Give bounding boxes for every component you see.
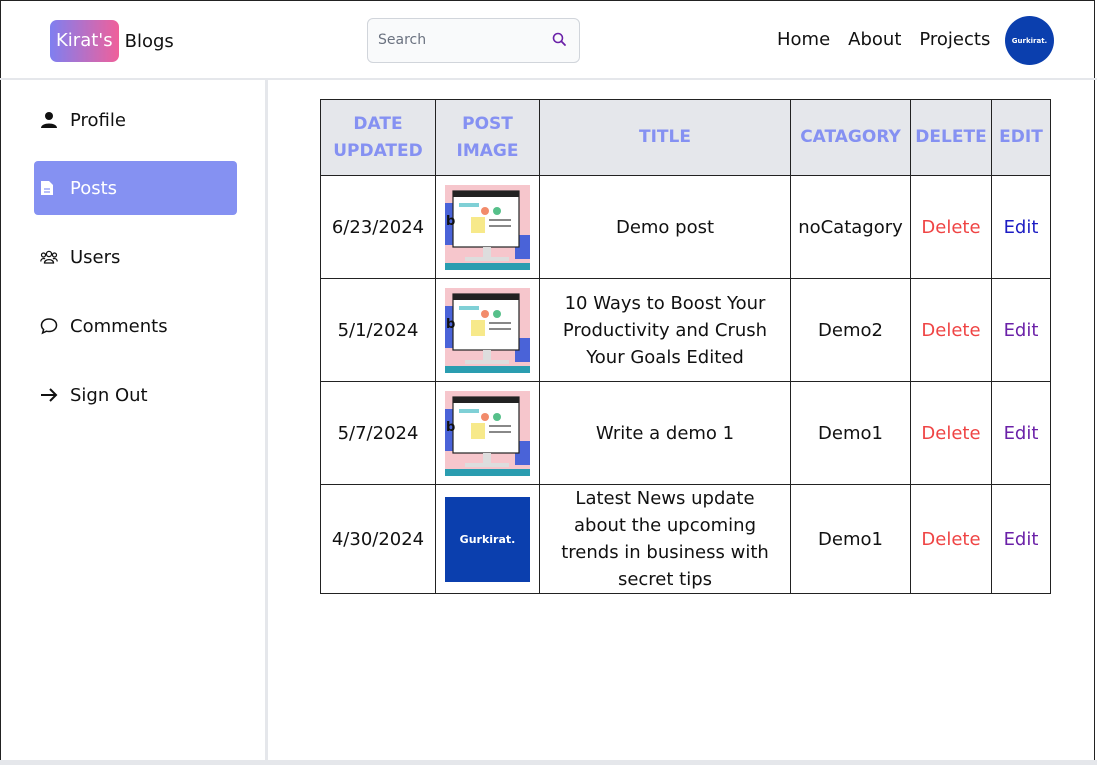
sidebar-item-label: Comments (70, 315, 168, 337)
post-thumbnail-image[interactable]: b (445, 390, 530, 476)
bottom-scrollbar (0, 760, 1097, 765)
title-cell: Demo post (539, 175, 791, 279)
sidebar-item-label: Sign Out (70, 384, 148, 406)
post-thumbnail-image[interactable]: b (445, 287, 530, 373)
date-cell: 5/1/2024 (320, 278, 436, 382)
sidebar-item-posts[interactable]: Posts (34, 161, 237, 215)
column-header: POST IMAGE (435, 99, 540, 176)
date-cell: 6/23/2024 (320, 175, 436, 279)
top-navbar: Kirat's Blogs Home About Projects Gurkir… (0, 0, 1097, 80)
comment-icon (40, 317, 70, 335)
table-row: 5/1/2024 b 10 Ways to Boost Your Product… (320, 278, 1051, 382)
sidebar-item-label: Profile (70, 109, 126, 131)
delete-button[interactable]: Delete (910, 484, 992, 594)
svg-text:b: b (446, 214, 455, 229)
delete-button[interactable]: Delete (910, 381, 992, 485)
category-cell: noCatagory (790, 175, 911, 279)
column-header: TITLE (539, 99, 791, 176)
post-thumbnail-image[interactable]: b (445, 184, 530, 270)
search-input[interactable] (376, 31, 550, 49)
svg-text:b: b (446, 317, 455, 332)
edit-link[interactable]: Edit (991, 278, 1051, 382)
category-cell: Demo2 (790, 278, 911, 382)
sidebar: Profile Posts Users Comments Sign Out (0, 80, 268, 765)
document-icon (40, 180, 70, 196)
table-row: 4/30/2024 Gurkirat. Latest News update a… (320, 484, 1051, 594)
title-cell: Latest News update about the upcoming tr… (539, 484, 791, 594)
brand-badge: Kirat's (50, 20, 119, 62)
brand-logo[interactable]: Kirat's Blogs (50, 20, 174, 62)
image-cell: b (435, 175, 540, 279)
svg-text:b: b (446, 420, 455, 435)
user-icon (40, 111, 70, 129)
category-cell: Demo1 (790, 484, 911, 594)
sidebar-item-profile[interactable]: Profile (34, 93, 237, 147)
nav-about-link[interactable]: About (848, 29, 901, 50)
date-cell: 5/7/2024 (320, 381, 436, 485)
sidebar-item-label: Users (70, 246, 121, 268)
table-row: 5/7/2024 b Write a demo 1 Demo1 Delete E… (320, 381, 1051, 485)
title-cell: Write a demo 1 (539, 381, 791, 485)
column-header: EDIT (991, 99, 1051, 176)
logo-text: Gurkirat. (459, 532, 516, 546)
column-header: DATE UPDATED (320, 99, 436, 176)
category-cell: Demo1 (790, 381, 911, 485)
search-box (367, 18, 580, 63)
sidebar-item-sign-out[interactable]: Sign Out (34, 368, 237, 422)
delete-button[interactable]: Delete (910, 278, 992, 382)
sidebar-item-users[interactable]: Users (34, 230, 237, 284)
post-thumbnail-logo[interactable]: Gurkirat. (445, 496, 530, 582)
title-cell: 10 Ways to Boost Your Productivity and C… (539, 278, 791, 382)
table-row: 6/23/2024 b Demo post noCatagory Delete … (320, 175, 1051, 279)
nav-home-link[interactable]: Home (777, 29, 830, 50)
column-header: DELETE (910, 99, 992, 176)
edit-link[interactable]: Edit (991, 175, 1051, 279)
main-nav: Home About Projects (777, 29, 990, 50)
delete-button[interactable]: Delete (910, 175, 992, 279)
arrow-right-icon (40, 387, 70, 403)
search-icon[interactable] (551, 31, 569, 49)
avatar-text: Gurkirat. (1011, 36, 1048, 45)
nav-projects-link[interactable]: Projects (919, 29, 990, 50)
edit-link[interactable]: Edit (991, 484, 1051, 594)
image-cell: Gurkirat. (435, 484, 540, 594)
brand-text: Blogs (124, 30, 174, 52)
sidebar-item-comments[interactable]: Comments (34, 299, 237, 353)
users-icon (40, 249, 70, 265)
avatar[interactable]: Gurkirat. (1005, 16, 1054, 65)
edit-link[interactable]: Edit (991, 381, 1051, 485)
column-header: CATAGORY (790, 99, 911, 176)
table-header-row: DATE UPDATED POST IMAGE TITLE CATAGORY D… (320, 99, 1051, 176)
image-cell: b (435, 278, 540, 382)
sidebar-item-label: Posts (70, 177, 118, 199)
posts-table: DATE UPDATED POST IMAGE TITLE CATAGORY D… (320, 99, 1051, 594)
image-cell: b (435, 381, 540, 485)
date-cell: 4/30/2024 (320, 484, 436, 594)
